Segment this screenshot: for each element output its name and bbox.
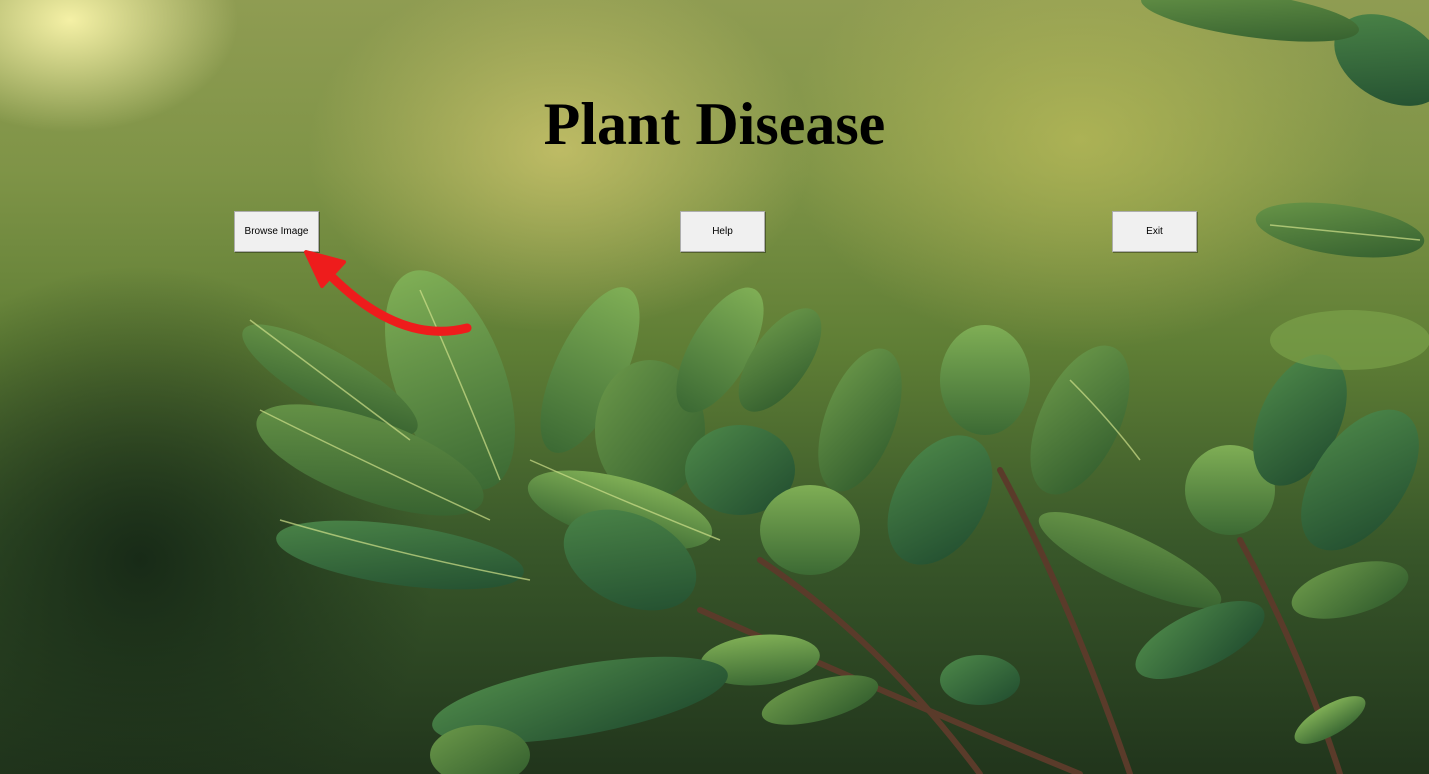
page-title: Plant Disease — [543, 91, 886, 157]
help-button[interactable]: Help — [680, 211, 765, 252]
app-window: Plant Disease Browse Image Help Exit — [0, 0, 1429, 774]
exit-button[interactable]: Exit — [1112, 211, 1197, 252]
browse-image-button[interactable]: Browse Image — [234, 211, 319, 252]
